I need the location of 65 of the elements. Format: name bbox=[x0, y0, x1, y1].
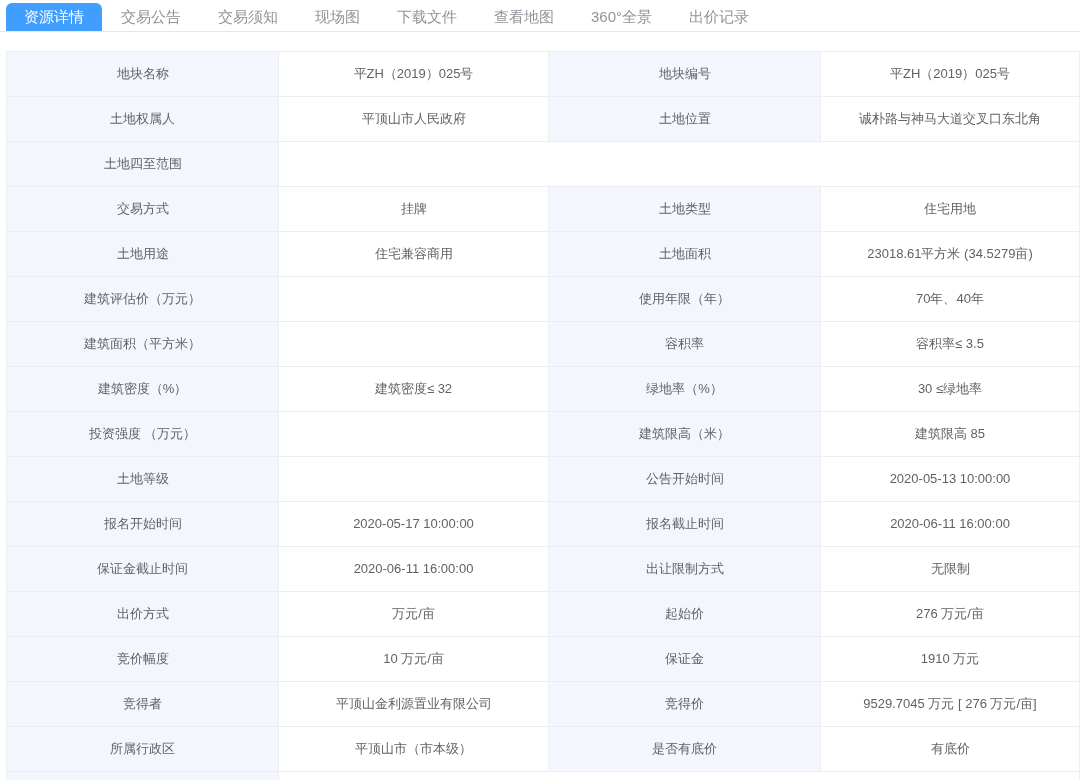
field-label: 建筑密度（%） bbox=[97, 380, 188, 399]
field-label: 容积率 bbox=[665, 335, 704, 354]
field-value: 万元/亩 bbox=[392, 605, 435, 624]
tab[interactable]: 360°全景 bbox=[573, 3, 671, 31]
field-value: 30 ≤绿地率 bbox=[917, 380, 983, 399]
field-value: 2020-05-17 10:00:00 bbox=[353, 515, 474, 534]
field-label: 公告开始时间 bbox=[645, 470, 724, 489]
field-label: 保证金 bbox=[665, 650, 704, 669]
field-label: 出价方式 bbox=[116, 605, 169, 624]
field-value: 平顶山金利源置业有限公司 bbox=[335, 695, 492, 714]
field-value: 2020-05-13 10:00:00 bbox=[889, 470, 1011, 489]
field-value: 平顶山市人民政府 bbox=[361, 110, 466, 129]
field-label: 是否有底价 bbox=[652, 740, 717, 759]
tab[interactable]: 现场图 bbox=[297, 3, 378, 31]
field-label: 竞得价 bbox=[665, 695, 704, 714]
tab[interactable]: 下载文件 bbox=[379, 3, 475, 31]
field-label: 交易方式 bbox=[116, 200, 169, 219]
field-value: 有底价 bbox=[930, 740, 970, 759]
field-value: 平ZH（2019）025号 bbox=[353, 65, 474, 84]
field-label: 保证金截止时间 bbox=[97, 560, 188, 579]
field-value: 1910 万元 bbox=[920, 650, 980, 669]
field-label: 土地用途 bbox=[116, 245, 169, 264]
field-label: 使用年限（年） bbox=[639, 290, 730, 309]
field-label: 报名开始时间 bbox=[103, 515, 182, 534]
tab[interactable]: 出价记录 bbox=[671, 3, 768, 31]
field-value: 平ZH（2019）025号 bbox=[890, 65, 1010, 84]
field-value: 10 万元/亩 bbox=[383, 650, 444, 669]
field-value: 建筑密度≤ 32 bbox=[374, 380, 453, 399]
tab[interactable]: 查看地图 bbox=[476, 3, 572, 31]
field-label: 建筑限高（米） bbox=[639, 425, 730, 444]
tab[interactable]: 交易公告 bbox=[103, 3, 199, 31]
field-label: 土地面积 bbox=[658, 245, 711, 264]
tab[interactable]: 交易须知 bbox=[200, 3, 296, 31]
field-label: 土地权属人 bbox=[110, 110, 175, 129]
tab[interactable]: 资源详情 bbox=[6, 3, 102, 31]
field-label: 竞价幅度 bbox=[116, 650, 169, 669]
field-label: 地块名称 bbox=[116, 65, 169, 84]
field-label: 土地四至范围 bbox=[103, 155, 182, 174]
field-value: 建筑限高 85 bbox=[914, 425, 986, 444]
field-label: 土地类型 bbox=[658, 200, 711, 219]
field-value: 2020-06-11 16:00:00 bbox=[353, 560, 474, 579]
field-label: 起始价 bbox=[665, 605, 704, 624]
field-value: 23018.61平方米 (34.5279亩) bbox=[867, 245, 1033, 264]
field-label: 出让限制方式 bbox=[645, 560, 724, 579]
field-value: 挂牌 bbox=[400, 200, 427, 219]
field-label: 地块编号 bbox=[658, 65, 711, 84]
field-value: 容积率≤ 3.5 bbox=[916, 335, 984, 354]
field-label: 建筑评估价（万元） bbox=[84, 290, 201, 309]
field-value: 平顶山市（市本级） bbox=[355, 740, 472, 759]
field-label: 土地位置 bbox=[658, 110, 711, 129]
field-label: 绿地率（%） bbox=[646, 380, 723, 399]
field-value: 70年、40年 bbox=[916, 290, 984, 309]
field-label: 土地等级 bbox=[116, 470, 169, 489]
field-value: 2020-06-11 16:00:00 bbox=[890, 515, 1010, 534]
field-label: 所属行政区 bbox=[110, 740, 175, 759]
field-value: 住宅兼容商用 bbox=[374, 245, 453, 264]
field-label: 报名截止时间 bbox=[645, 515, 724, 534]
field-label: 建筑面积（平方米） bbox=[84, 335, 201, 354]
field-value: 9529.7045 万元 [ 276 万元/亩] bbox=[863, 695, 1037, 714]
field-value: 无限制 bbox=[930, 560, 970, 579]
field-value: 诚朴路与神马大道交叉口东北角 bbox=[859, 110, 1041, 129]
field-label: 投资强度 （万元） bbox=[88, 425, 197, 444]
field-value: 住宅用地 bbox=[924, 200, 976, 219]
field-value: 276 万元/亩 bbox=[916, 605, 984, 624]
field-label: 竞得者 bbox=[123, 695, 162, 714]
